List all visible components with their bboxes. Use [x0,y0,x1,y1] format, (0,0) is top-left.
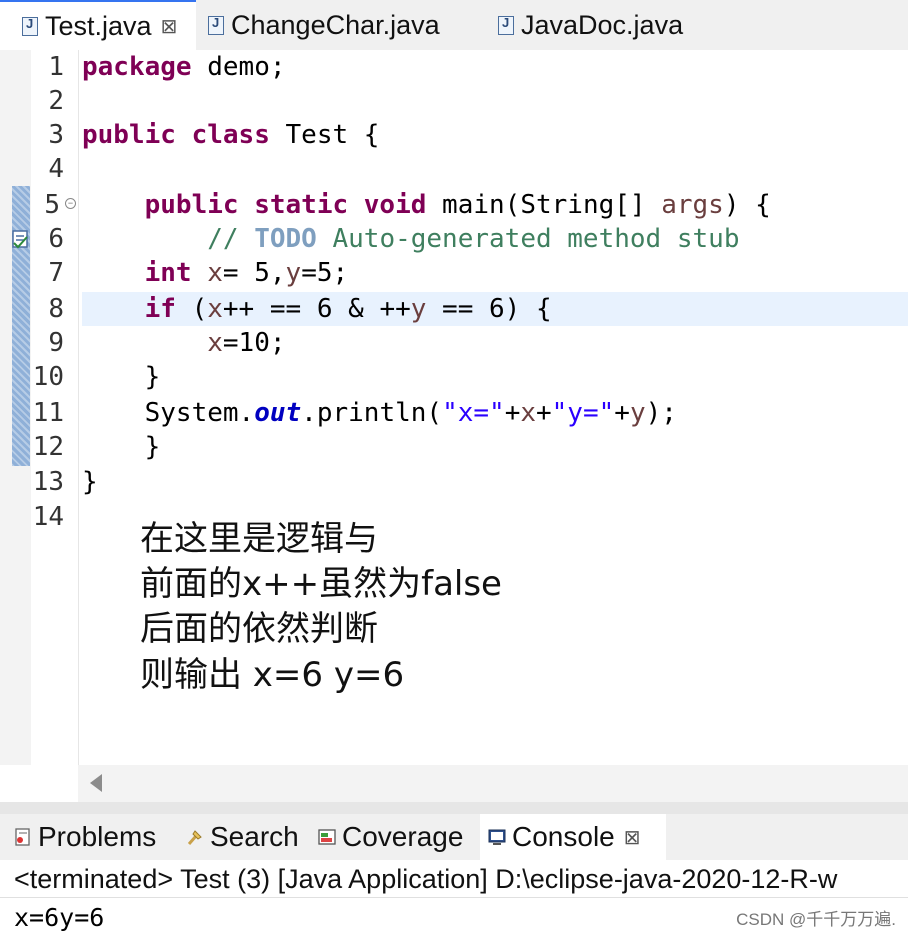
change-indicator-bar [12,186,30,466]
search-torch-icon [187,830,202,845]
annotation-note-line: 则输出 x=6 y=6 [140,655,405,695]
tab-label: Search [210,821,299,852]
code-line: } [82,362,161,392]
line-number: 7 [48,258,64,288]
tab-label: Problems [38,821,157,852]
line-number: 1 [48,52,64,82]
tab-test-java[interactable]: Test.java ⊠ [0,0,196,50]
line-number: 13 [32,467,64,497]
horizontal-scrollbar[interactable] [78,765,908,802]
scroll-left-arrow-icon[interactable] [90,774,102,792]
tab-search[interactable]: Search [186,814,299,860]
code-line: public class Test { [82,120,380,150]
code-line: // TODO Auto-generated method stub [207,224,740,254]
watermark: CSDN @千千万万遍. [736,910,896,929]
tab-problems[interactable]: Problems [14,814,156,860]
console-icon [488,829,506,845]
line-number: 12 [32,432,64,462]
tab-label: Coverage [342,821,464,852]
tab-javadoc-java[interactable]: JavaDoc.java [486,0,716,50]
console-status-line: <terminated> Test (3) [Java Application]… [0,860,908,898]
code-line: System.out.println("x="+x+"y="+y); [144,398,677,428]
code-line: if (x++ == 6 & ++y == 6) { [144,294,552,324]
line-number: 6 [48,224,64,254]
task-marker-icon[interactable] [12,229,30,249]
code-line: public static void main(String[] args) { [144,190,771,220]
line-number: 10 [32,362,64,392]
code-line: int x= 5,y=5; [144,258,349,288]
gutter-divider [78,50,79,765]
console-output-text: x=6y=6 [14,903,105,932]
java-file-icon [208,15,224,35]
editor-tab-bar: Test.java ⊠ ChangeChar.java JavaDoc.java [0,0,908,51]
line-number: 11 [32,398,64,428]
close-tab-icon[interactable]: ⊠ [624,825,641,850]
line-number: 2 [48,86,64,116]
close-tab-icon[interactable]: ⊠ [161,14,178,39]
code-line: x=10; [207,328,286,358]
coverage-icon [318,829,336,845]
annotation-note-line: 在这里是逻辑与 [140,519,378,559]
tab-console[interactable]: Console ⊠ [480,814,666,860]
fold-collapse-icon[interactable]: − [65,198,76,209]
code-line: } [82,432,161,462]
code-line: } [82,467,98,497]
line-number: 4 [48,154,64,184]
tab-changechar-java[interactable]: ChangeChar.java [196,0,486,50]
java-file-icon [498,15,514,35]
annotation-note-line: 前面的x++虽然为false [140,564,502,604]
view-tab-bar: Problems Search Coverage Console ⊠ [0,814,908,861]
line-number: 14 [32,502,64,532]
line-number: 8 [48,294,64,324]
tab-label: ChangeChar.java [231,9,440,40]
code-line: package demo; [82,52,286,82]
line-number: 9 [48,328,64,358]
tab-label: Console [512,821,615,852]
tab-label: Test.java [45,10,152,41]
line-number: 3 [48,120,64,150]
java-file-icon [22,16,38,36]
pane-separator[interactable] [0,802,908,814]
annotation-note-line: 后面的依然判断 [140,609,378,649]
line-number: 5 [44,190,60,220]
tab-coverage[interactable]: Coverage [318,814,463,860]
tab-label: JavaDoc.java [521,9,684,40]
problems-icon [15,828,30,846]
